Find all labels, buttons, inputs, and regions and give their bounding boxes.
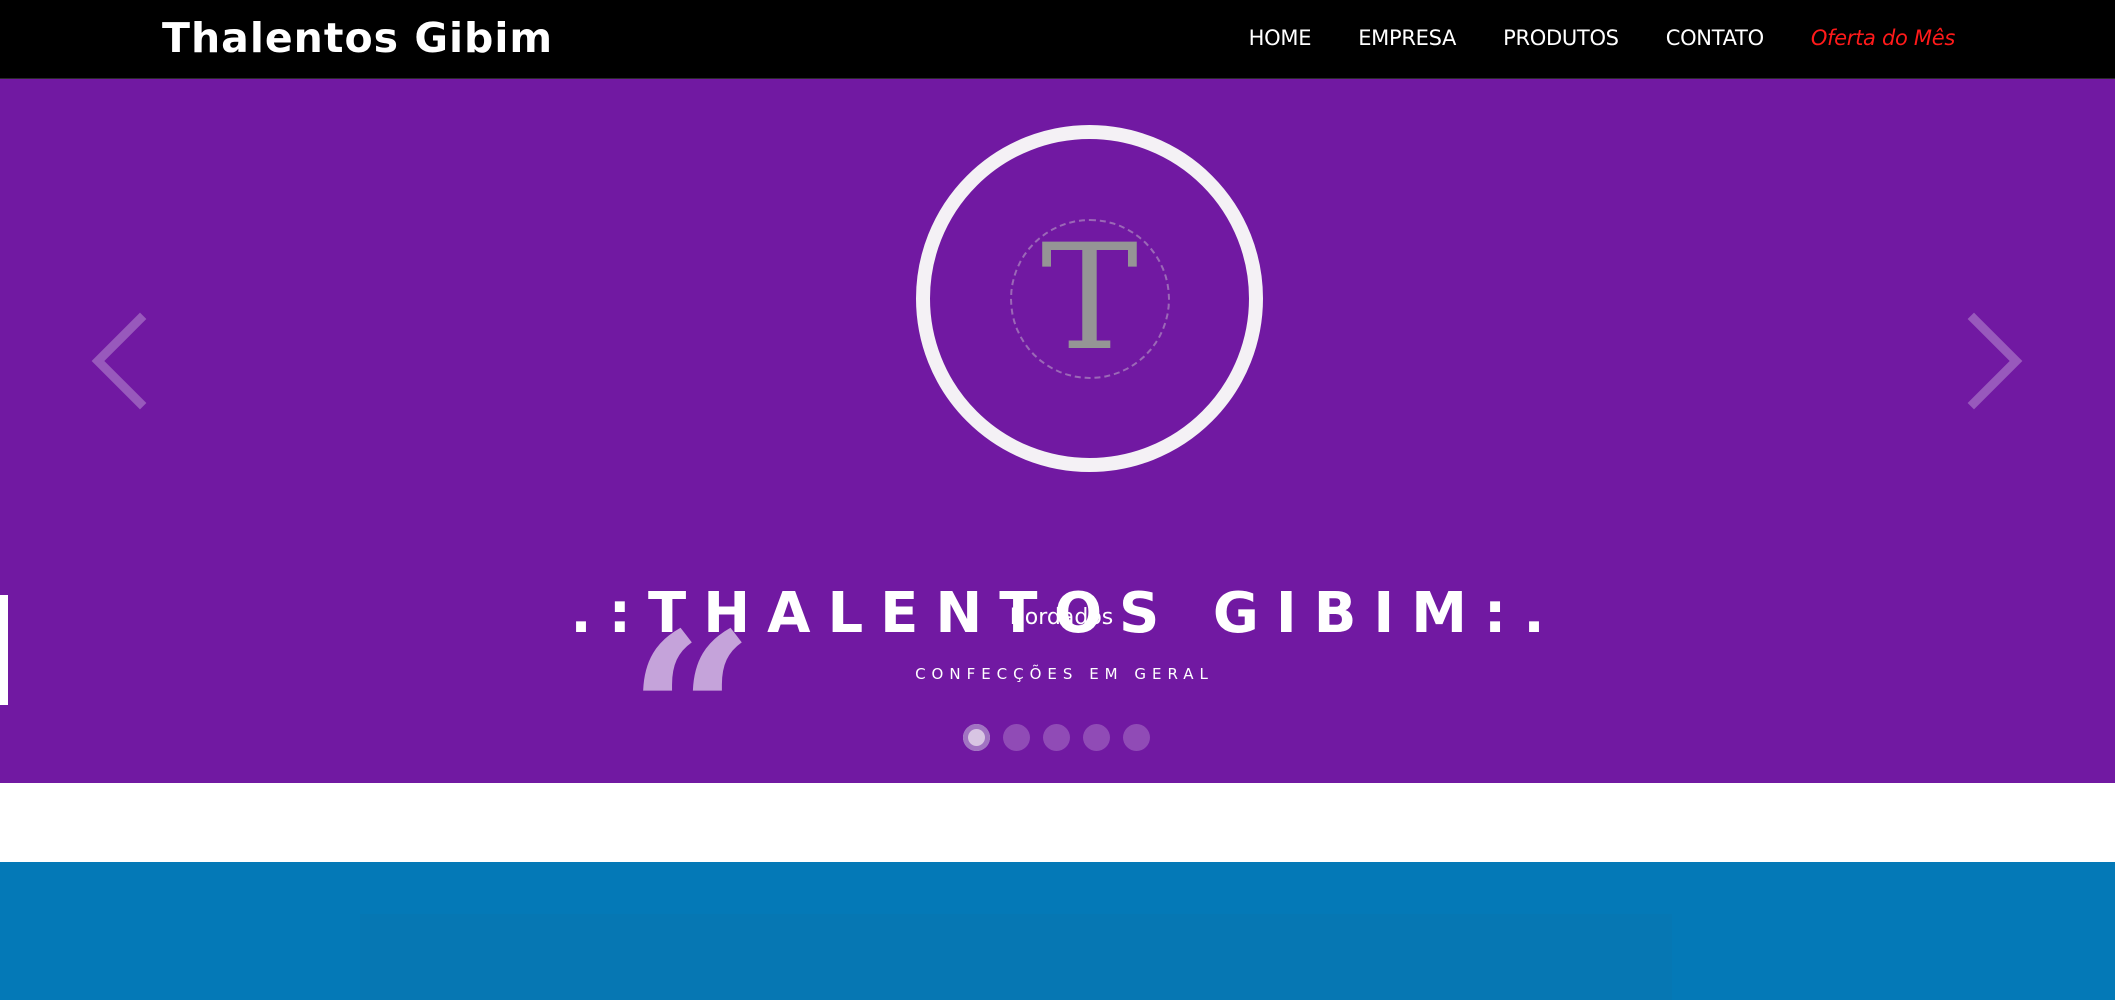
nav-empresa[interactable]: EMPRESA xyxy=(1358,26,1456,50)
carousel-indicator-4[interactable] xyxy=(1083,724,1110,751)
brand-logo[interactable]: Thalentos Gibim xyxy=(162,14,553,62)
nav-home[interactable]: HOME xyxy=(1249,26,1312,50)
carousel-indicator-3[interactable] xyxy=(1043,724,1070,751)
carousel-prev-button[interactable] xyxy=(88,311,148,411)
carousel-indicator-1[interactable] xyxy=(963,724,990,751)
carousel-indicator-2[interactable] xyxy=(1003,724,1030,751)
chevron-right-icon xyxy=(1967,312,2023,410)
hero-subtitle: Bordados xyxy=(1009,605,1114,630)
section-spacer xyxy=(0,783,2115,862)
nav-oferta-do-mes[interactable]: Oferta do Mês xyxy=(1811,26,1955,50)
nav-contato[interactable]: CONTATO xyxy=(1666,26,1764,50)
emblem-letter: T xyxy=(1040,213,1139,383)
content-panel xyxy=(360,914,1672,1000)
navbar: Thalentos Gibim HOME EMPRESA PRODUTOS CO… xyxy=(0,0,2115,79)
nav-produtos[interactable]: PRODUTOS xyxy=(1503,26,1619,50)
chevron-left-icon xyxy=(91,312,147,410)
main-nav: HOME EMPRESA PRODUTOS CONTATO Oferta do … xyxy=(1202,26,1956,50)
hero-carousel: T .:THALENTOS GIBIM:. “ Bordados CONFECÇ… xyxy=(0,79,2115,783)
carousel-next-button[interactable] xyxy=(1966,311,2026,411)
hero-tagline: CONFECÇÕES EM GERAL xyxy=(915,665,1214,683)
brand-emblem: T xyxy=(916,125,1263,472)
blue-content-section xyxy=(0,862,2115,1000)
carousel-indicator-5[interactable] xyxy=(1123,724,1150,751)
carousel-indicators xyxy=(963,724,1150,751)
